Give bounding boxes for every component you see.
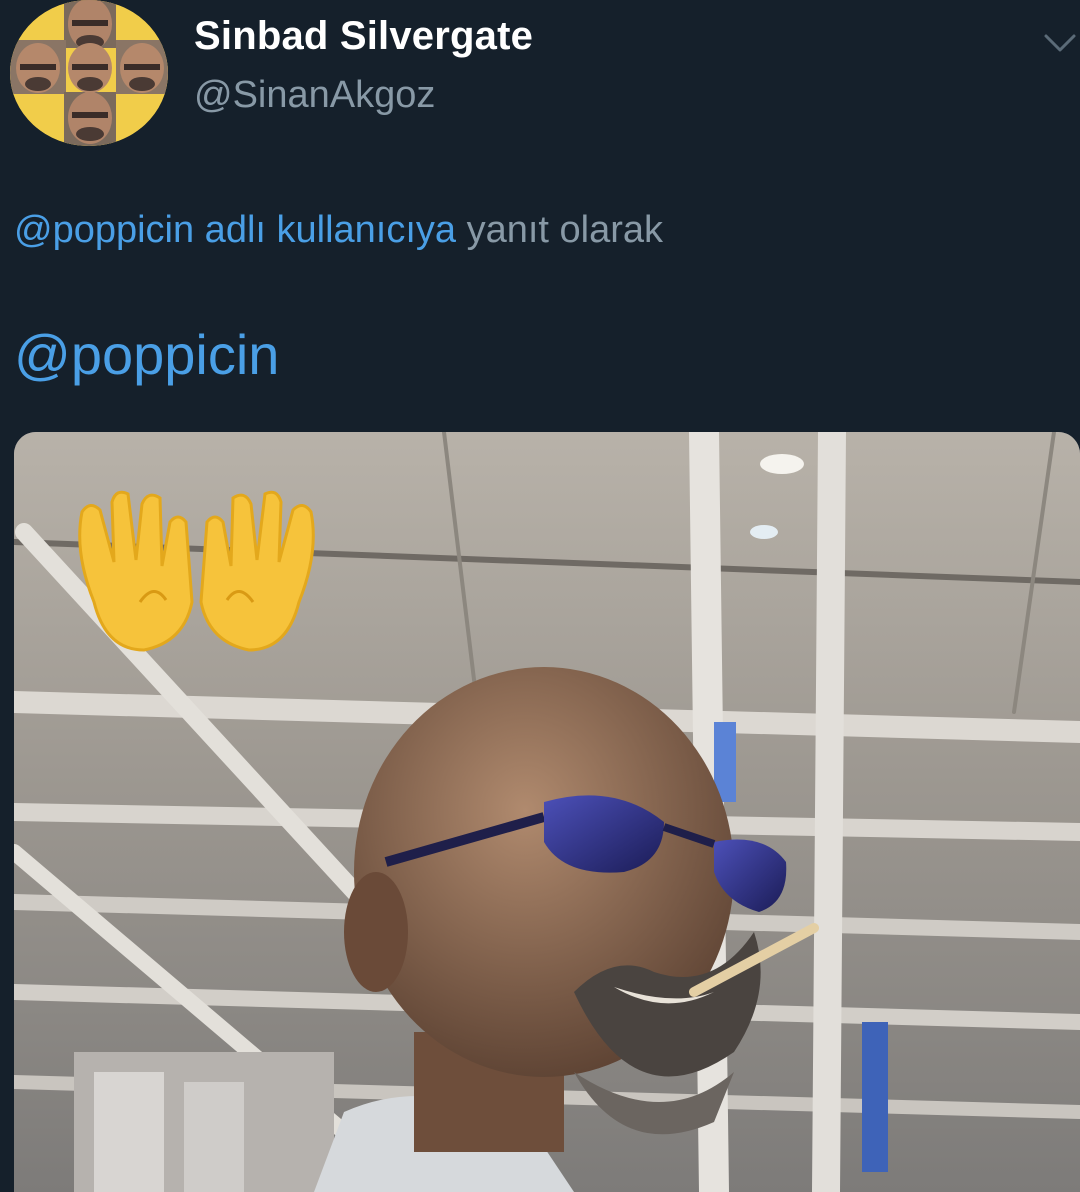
avatar-face — [16, 43, 60, 93]
tweet: Sinbad Silvergate @SinanAkgoz @poppicin … — [0, 0, 1080, 1192]
avatar-face — [120, 43, 164, 93]
avatar[interactable] — [10, 0, 168, 146]
reply-to-suffix: yanıt olarak — [456, 209, 664, 251]
chevron-down-icon[interactable] — [1042, 28, 1078, 58]
avatar-face — [68, 43, 112, 93]
avatar-face — [68, 0, 112, 50]
ceiling-light — [760, 454, 804, 474]
photo — [14, 432, 1080, 1192]
mention-link[interactable]: @poppicin — [14, 322, 279, 387]
reply-context: @poppicin adlı kullanıcıya yanıt olarak — [14, 209, 663, 252]
avatar-image — [10, 0, 168, 146]
display-name[interactable]: Sinbad Silvergate — [194, 14, 533, 59]
reply-to-link[interactable]: @poppicin adlı kullanıcıya — [14, 209, 456, 251]
avatar-face — [68, 92, 112, 144]
tweet-media-photo[interactable] — [14, 432, 1080, 1192]
user-handle[interactable]: @SinanAkgoz — [194, 74, 435, 117]
